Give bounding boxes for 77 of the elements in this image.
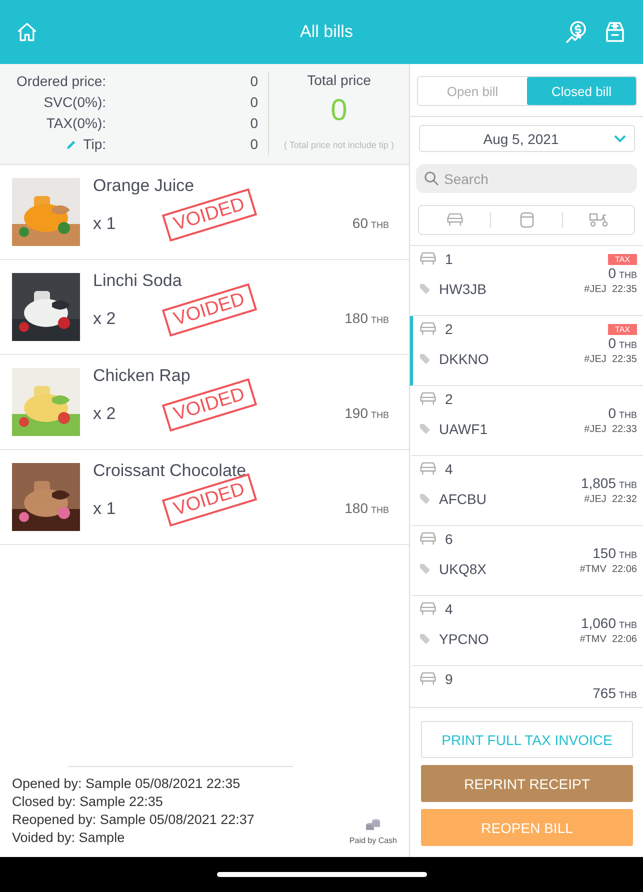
tag-icon	[419, 353, 431, 365]
tax-badge: TAX	[608, 254, 637, 264]
bill-code: AFCBU	[439, 491, 486, 507]
bill-amount: 1,060 THB	[580, 615, 637, 631]
chevron-icon	[614, 134, 626, 142]
bill-amount: 0 THB	[608, 265, 637, 281]
item-price: 60 THB	[352, 215, 389, 231]
bill-row[interactable]: 2 TAX 0 THB DKKNO #JEJ 22:35	[410, 316, 643, 386]
bill-amount: 0 THB	[608, 405, 637, 421]
bill-meta: #JEJ 22:32	[584, 494, 637, 504]
summary-label: Tip:	[83, 135, 106, 153]
item-price: 190 THB	[344, 405, 389, 421]
item-price: 180 THB	[344, 500, 389, 516]
bill-meta: #JEJ 22:35	[584, 284, 637, 294]
bill-amount: 150 THB	[592, 545, 637, 561]
table-icon	[419, 672, 437, 686]
table-icon	[419, 252, 437, 266]
bill-code: UKQ8X	[439, 561, 486, 577]
table-number: 2	[445, 391, 453, 407]
bill-code: DKKNO	[439, 351, 489, 367]
tag-icon	[419, 563, 431, 575]
table-icon	[419, 602, 437, 616]
coins-icon	[365, 816, 382, 832]
summary-label: SVC(0%):	[44, 93, 106, 111]
log-line: Closed by: Sample 22:35	[12, 793, 164, 811]
search-field[interactable]: Search	[416, 164, 637, 193]
bill-row[interactable]: 1 TAX 0 THB HW3JB #JEJ 22:35	[410, 246, 643, 316]
tag-icon	[419, 423, 431, 435]
bill-meta: #TMV 22:06	[580, 634, 637, 644]
tag-icon	[419, 633, 431, 645]
tax-badge: TAX	[608, 324, 637, 334]
summary-label: TAX(0%):	[46, 114, 106, 132]
summary-value: 0	[250, 135, 258, 153]
table-number: 4	[445, 461, 453, 477]
bill-row[interactable]: 4 1,060 THB YPCNO #TMV 22:06	[410, 596, 643, 666]
bill-code: YPCNO	[439, 631, 489, 647]
bill-row[interactable]: 2 0 THB UAWF1 #JEJ 22:33	[410, 386, 643, 456]
log-line: Opened by: Sample 05/08/2021 22:35	[12, 775, 242, 793]
page-title: All bills	[299, 22, 354, 42]
cup-icon	[520, 212, 534, 228]
log-line: Reopened by: Sample 05/08/2021 22:37	[12, 811, 256, 829]
table-number: 1	[445, 251, 453, 267]
summary-value: 0	[250, 114, 258, 132]
log-line: Voided by: Sample	[12, 829, 126, 847]
bill-amount: 1,805 THB	[580, 475, 637, 491]
bill-code: UAWF1	[439, 421, 488, 437]
tag-icon	[419, 493, 431, 505]
bill-amount: 765 THB	[592, 685, 637, 701]
summary-label: Ordered price:	[16, 72, 106, 90]
payment-method: Paid by Cash	[349, 836, 397, 845]
total-note: ( Total price not include tip )	[284, 140, 394, 150]
total-label: Total price	[307, 72, 371, 88]
bill-meta: #JEJ 22:33	[584, 424, 637, 434]
table-icon	[419, 392, 437, 406]
bill-meta: #TMV 22:06	[580, 564, 637, 574]
table-number: 9	[445, 671, 453, 687]
scooter-icon	[588, 212, 608, 228]
table-number: 6	[445, 531, 453, 547]
search-icon	[424, 171, 439, 186]
bill-row[interactable]: 6 150 THB UKQ8X #TMV 22:06	[410, 526, 643, 596]
item-price: 180 THB	[344, 310, 389, 326]
bill-row[interactable]: 4 1,805 THB AFCBU #JEJ 22:32	[410, 456, 643, 526]
summary-value: 0	[250, 72, 258, 90]
total-value: 0	[330, 94, 348, 128]
table-icon	[446, 213, 464, 227]
pencil-icon[interactable]	[66, 138, 78, 150]
bill-meta: #JEJ 22:35	[584, 354, 637, 364]
table-icon	[419, 532, 437, 546]
date-dropdown[interactable]: Aug 5, 2021	[419, 125, 635, 152]
bill-code: HW3JB	[439, 281, 486, 297]
bill-amount: 0 THB	[608, 335, 637, 351]
tag-icon	[419, 283, 431, 295]
summary-value: 0	[250, 93, 258, 111]
table-number: 2	[445, 321, 453, 337]
table-icon	[419, 462, 437, 476]
table-icon	[419, 322, 437, 336]
table-number: 4	[445, 601, 453, 617]
